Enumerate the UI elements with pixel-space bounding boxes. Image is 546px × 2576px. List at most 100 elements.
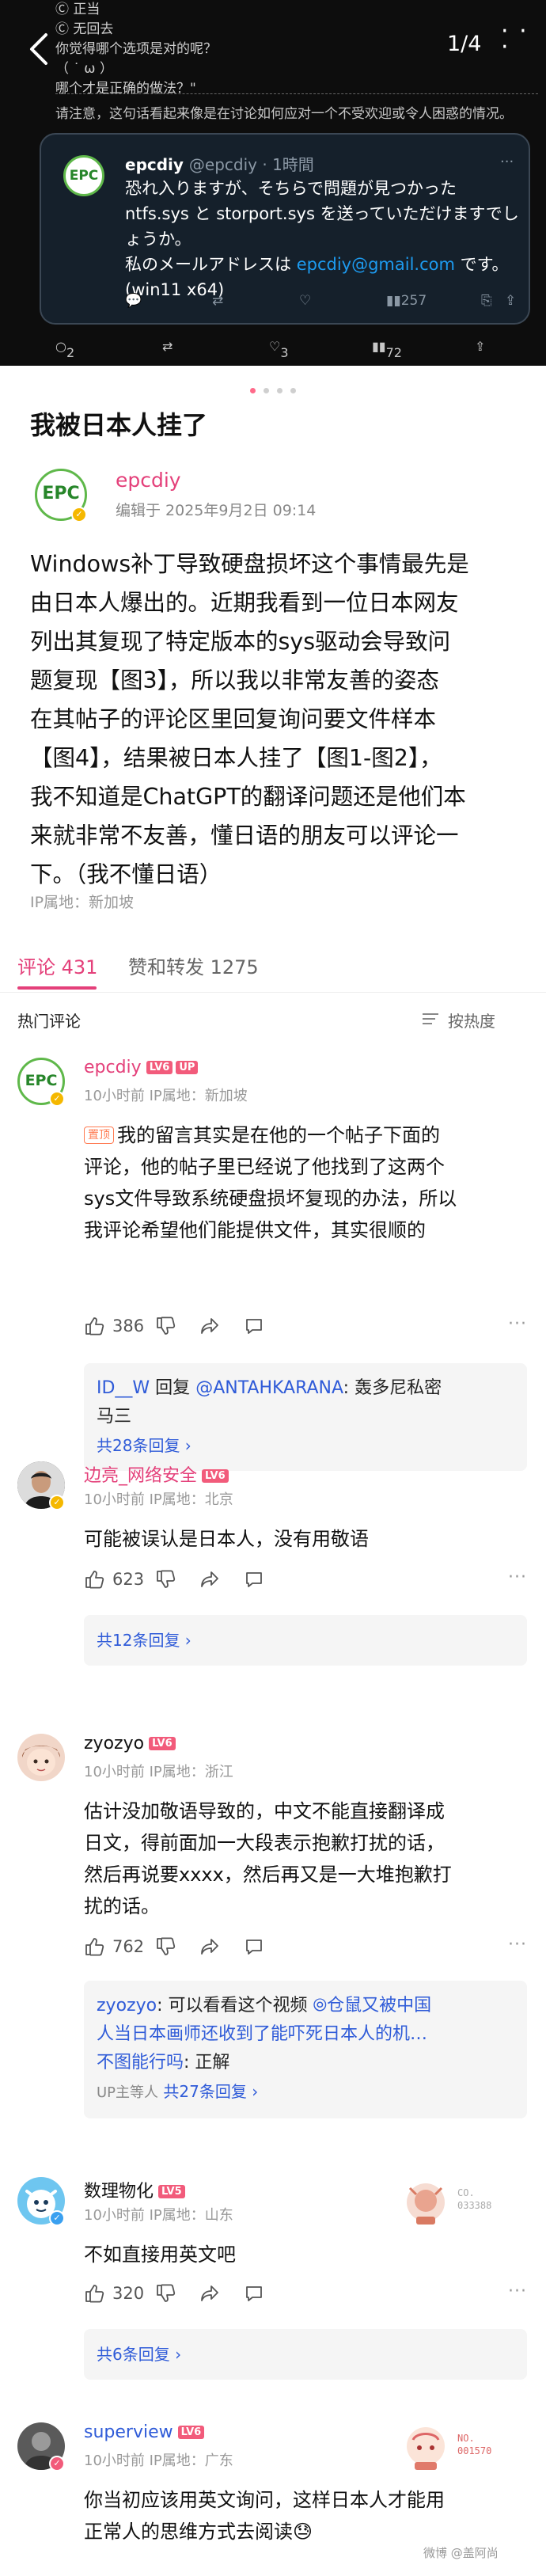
- commenter-name-text[interactable]: 数理物化: [84, 2182, 154, 2202]
- reply-button[interactable]: [244, 1933, 264, 1960]
- reply-button[interactable]: [244, 2280, 264, 2307]
- comment-more-icon[interactable]: ···: [508, 1935, 527, 1955]
- reply-button[interactable]: [244, 1566, 264, 1593]
- commenter-name-text[interactable]: epcdiy: [84, 1058, 142, 1077]
- comment-more-icon[interactable]: ···: [508, 1314, 527, 1334]
- verified-badge-icon: ✓: [71, 507, 87, 522]
- comment-text: 可能被误认是日本人，没有用敬语: [84, 1523, 527, 1555]
- tweet-email-link[interactable]: epcdiy@gmail.com: [297, 255, 455, 274]
- share-button[interactable]: [199, 1933, 220, 1960]
- reply-item: 不图能行吗: 正解: [97, 2049, 514, 2077]
- reply-author[interactable]: 不图能行吗: [97, 2053, 184, 2073]
- commenter-name[interactable]: 数理物化 LV5: [84, 2177, 185, 2202]
- view-all-replies-link[interactable]: 共6条回复 ›: [97, 2340, 514, 2369]
- reply-text: : 正解: [184, 2053, 230, 2073]
- thumbs-down-icon: [157, 1937, 176, 1955]
- tweet-more-icon[interactable]: ···: [500, 154, 514, 170]
- comment: EPC ✓ epcdiy LV6 UP 10小时前 IP属地：新加坡 置顶 我的留言其…: [0, 1058, 546, 1471]
- comment-more-icon[interactable]: ···: [508, 2282, 527, 2301]
- reply-preview[interactable]: ID__W 回复 @ANTAHKARANA: 轰多尼私密 马三 共28条回复 ›: [84, 1363, 527, 1471]
- reply-count-value: 2: [66, 345, 75, 360]
- view-all-replies-link[interactable]: 共12条回复 ›: [97, 1626, 514, 1655]
- shot-line: Ⓒ 无回去: [55, 21, 114, 37]
- tweet-line: 恐れ入りますが、そちらで問題が見つかった: [125, 179, 457, 198]
- commenter-name-text[interactable]: zyozyo: [84, 1734, 144, 1753]
- thumbs-up-icon: [85, 1317, 104, 1335]
- like-button[interactable]: 762: [84, 1933, 144, 1960]
- pager-dot[interactable]: [264, 388, 269, 393]
- tweet-body: 恐れ入りますが、そちらで問題が見つかった ntfs.sys と storport…: [125, 176, 521, 302]
- tweet-line: 私のメールアドレスは epcdiy@gmail.com です。: [125, 252, 521, 277]
- tweet-line: ntfs.sys と storport.sys を送っていただけますでし: [125, 204, 519, 223]
- tab-likes-reposts[interactable]: 赞和转发 1275: [128, 952, 259, 979]
- fan-medal: CO. 033388: [402, 2177, 521, 2232]
- reply-author[interactable]: ID__W: [97, 1378, 150, 1398]
- views-icon: ▮▮ 257: [386, 293, 427, 309]
- comment-more-icon[interactable]: ···: [508, 1567, 527, 1587]
- dislike-button[interactable]: [155, 1313, 176, 1339]
- dislike-button[interactable]: [155, 1566, 176, 1593]
- share-button[interactable]: [199, 2280, 220, 2307]
- hot-comments-label: 热门评论: [17, 1012, 81, 1031]
- back-arrow-icon[interactable]: [28, 32, 49, 66]
- reply-preview[interactable]: 共6条回复 ›: [84, 2329, 527, 2380]
- comment-text: 不如直接用英文吧: [84, 2239, 527, 2270]
- commenter-name[interactable]: zyozyo LV6: [84, 1734, 176, 1753]
- commenter-name-text[interactable]: 边亮_网络安全: [84, 1466, 197, 1486]
- viewer-bottom-bar: ○ 2 ⇄ ♡ 3 ▮▮ 72 ⇪: [0, 332, 546, 364]
- reply-button[interactable]: [244, 1313, 264, 1339]
- fan-medal-icon: [407, 2183, 445, 2225]
- share-button[interactable]: [199, 1313, 220, 1339]
- sort-icon[interactable]: [421, 1012, 440, 1026]
- like-icon: ♡: [299, 293, 312, 309]
- image-pager-dots: [0, 382, 546, 393]
- tab-comments[interactable]: 评论 431: [17, 952, 97, 979]
- post-line: 【图4】，结果被日本人挂了【图1-图2】，: [30, 745, 442, 771]
- shot-line: （ ˙ ω ）: [55, 61, 113, 77]
- commenter-name-text[interactable]: superview: [84, 2422, 173, 2442]
- reply-preview[interactable]: 共12条回复 ›: [84, 1615, 527, 1666]
- comment-line: 正常人的思维方式去阅读😓: [84, 2521, 313, 2543]
- like-button[interactable]: 386: [84, 1313, 144, 1339]
- reply-author[interactable]: zyozyo: [97, 1996, 157, 2016]
- dislike-button[interactable]: [155, 2280, 176, 2307]
- screenshot-text: Ⓒ 正当 Ⓒ 无回去 你觉得哪个选项是对的呢？ （ ˙ ω ） 哪个才是正确的做…: [55, 0, 217, 99]
- pinned-tag: 置顶: [84, 1127, 114, 1144]
- thumbs-down-icon: [157, 2284, 176, 2302]
- up-badge: UP: [176, 1061, 199, 1074]
- video-link[interactable]: ⦾仓鼠又被中国: [313, 1996, 431, 2016]
- participants-label: UP主等人: [97, 2084, 159, 2101]
- like-button[interactable]: 320: [84, 2280, 144, 2307]
- commenter-avatar[interactable]: [17, 1734, 65, 1781]
- comment-tabs: 评论 431 赞和转发 1275: [0, 937, 546, 993]
- thumbs-down-icon: [157, 1316, 176, 1335]
- reply-preview[interactable]: zyozyo: 可以看看这个视频 ⦾仓鼠又被中国 人当日本画师还收到了能吓死日本…: [84, 1981, 527, 2118]
- pager-dot[interactable]: [290, 388, 296, 393]
- view-all-replies-link[interactable]: 共27条回复 ›: [158, 2082, 258, 2101]
- pager-dot[interactable]: [250, 388, 256, 393]
- video-link-continued[interactable]: 人当日本画师还收到了能吓死日本人的机…: [97, 2020, 514, 2049]
- author-name[interactable]: epcdiy: [116, 469, 181, 492]
- commenter-name[interactable]: epcdiy LV6 UP: [84, 1058, 199, 1077]
- like-button[interactable]: 623: [84, 1566, 144, 1593]
- commenter-name[interactable]: 边亮_网络安全 LV6: [84, 1461, 229, 1487]
- tweet-author: epcdiy @epcdiy · 1時間: [125, 152, 314, 175]
- thumbs-up-icon: [85, 2285, 104, 2303]
- verified-badge-icon: ✓: [49, 2210, 65, 2226]
- comment-text: 置顶 我的留言其实是在他的一个帖子下面的 评论，他的帖子里已经说了他找到了这两个 …: [84, 1119, 527, 1246]
- commenter-name[interactable]: superview LV6: [84, 2422, 205, 2442]
- more-options-icon[interactable]: · · ·: [501, 20, 546, 59]
- post-ip-location: IP属地：新加坡: [30, 894, 135, 911]
- thumbs-down-icon: [157, 1570, 176, 1588]
- fan-medal-number: CO. 033388: [457, 2187, 492, 2211]
- dislike-button[interactable]: [155, 1933, 176, 1960]
- share-button[interactable]: [199, 1566, 220, 1593]
- pager-dot[interactable]: [277, 388, 282, 393]
- like-count: 762: [112, 1937, 145, 1956]
- reply-text: 马三: [97, 1407, 132, 1427]
- comment-line: 扰的话。: [84, 1895, 160, 1917]
- mention-link[interactable]: @ANTAHKARANA: [195, 1378, 343, 1398]
- view-all-replies-link[interactable]: 共28条回复 ›: [97, 1431, 514, 1460]
- sort-by-hot-button[interactable]: 按热度: [448, 1009, 495, 1032]
- image-counter: 1/4: [447, 32, 482, 56]
